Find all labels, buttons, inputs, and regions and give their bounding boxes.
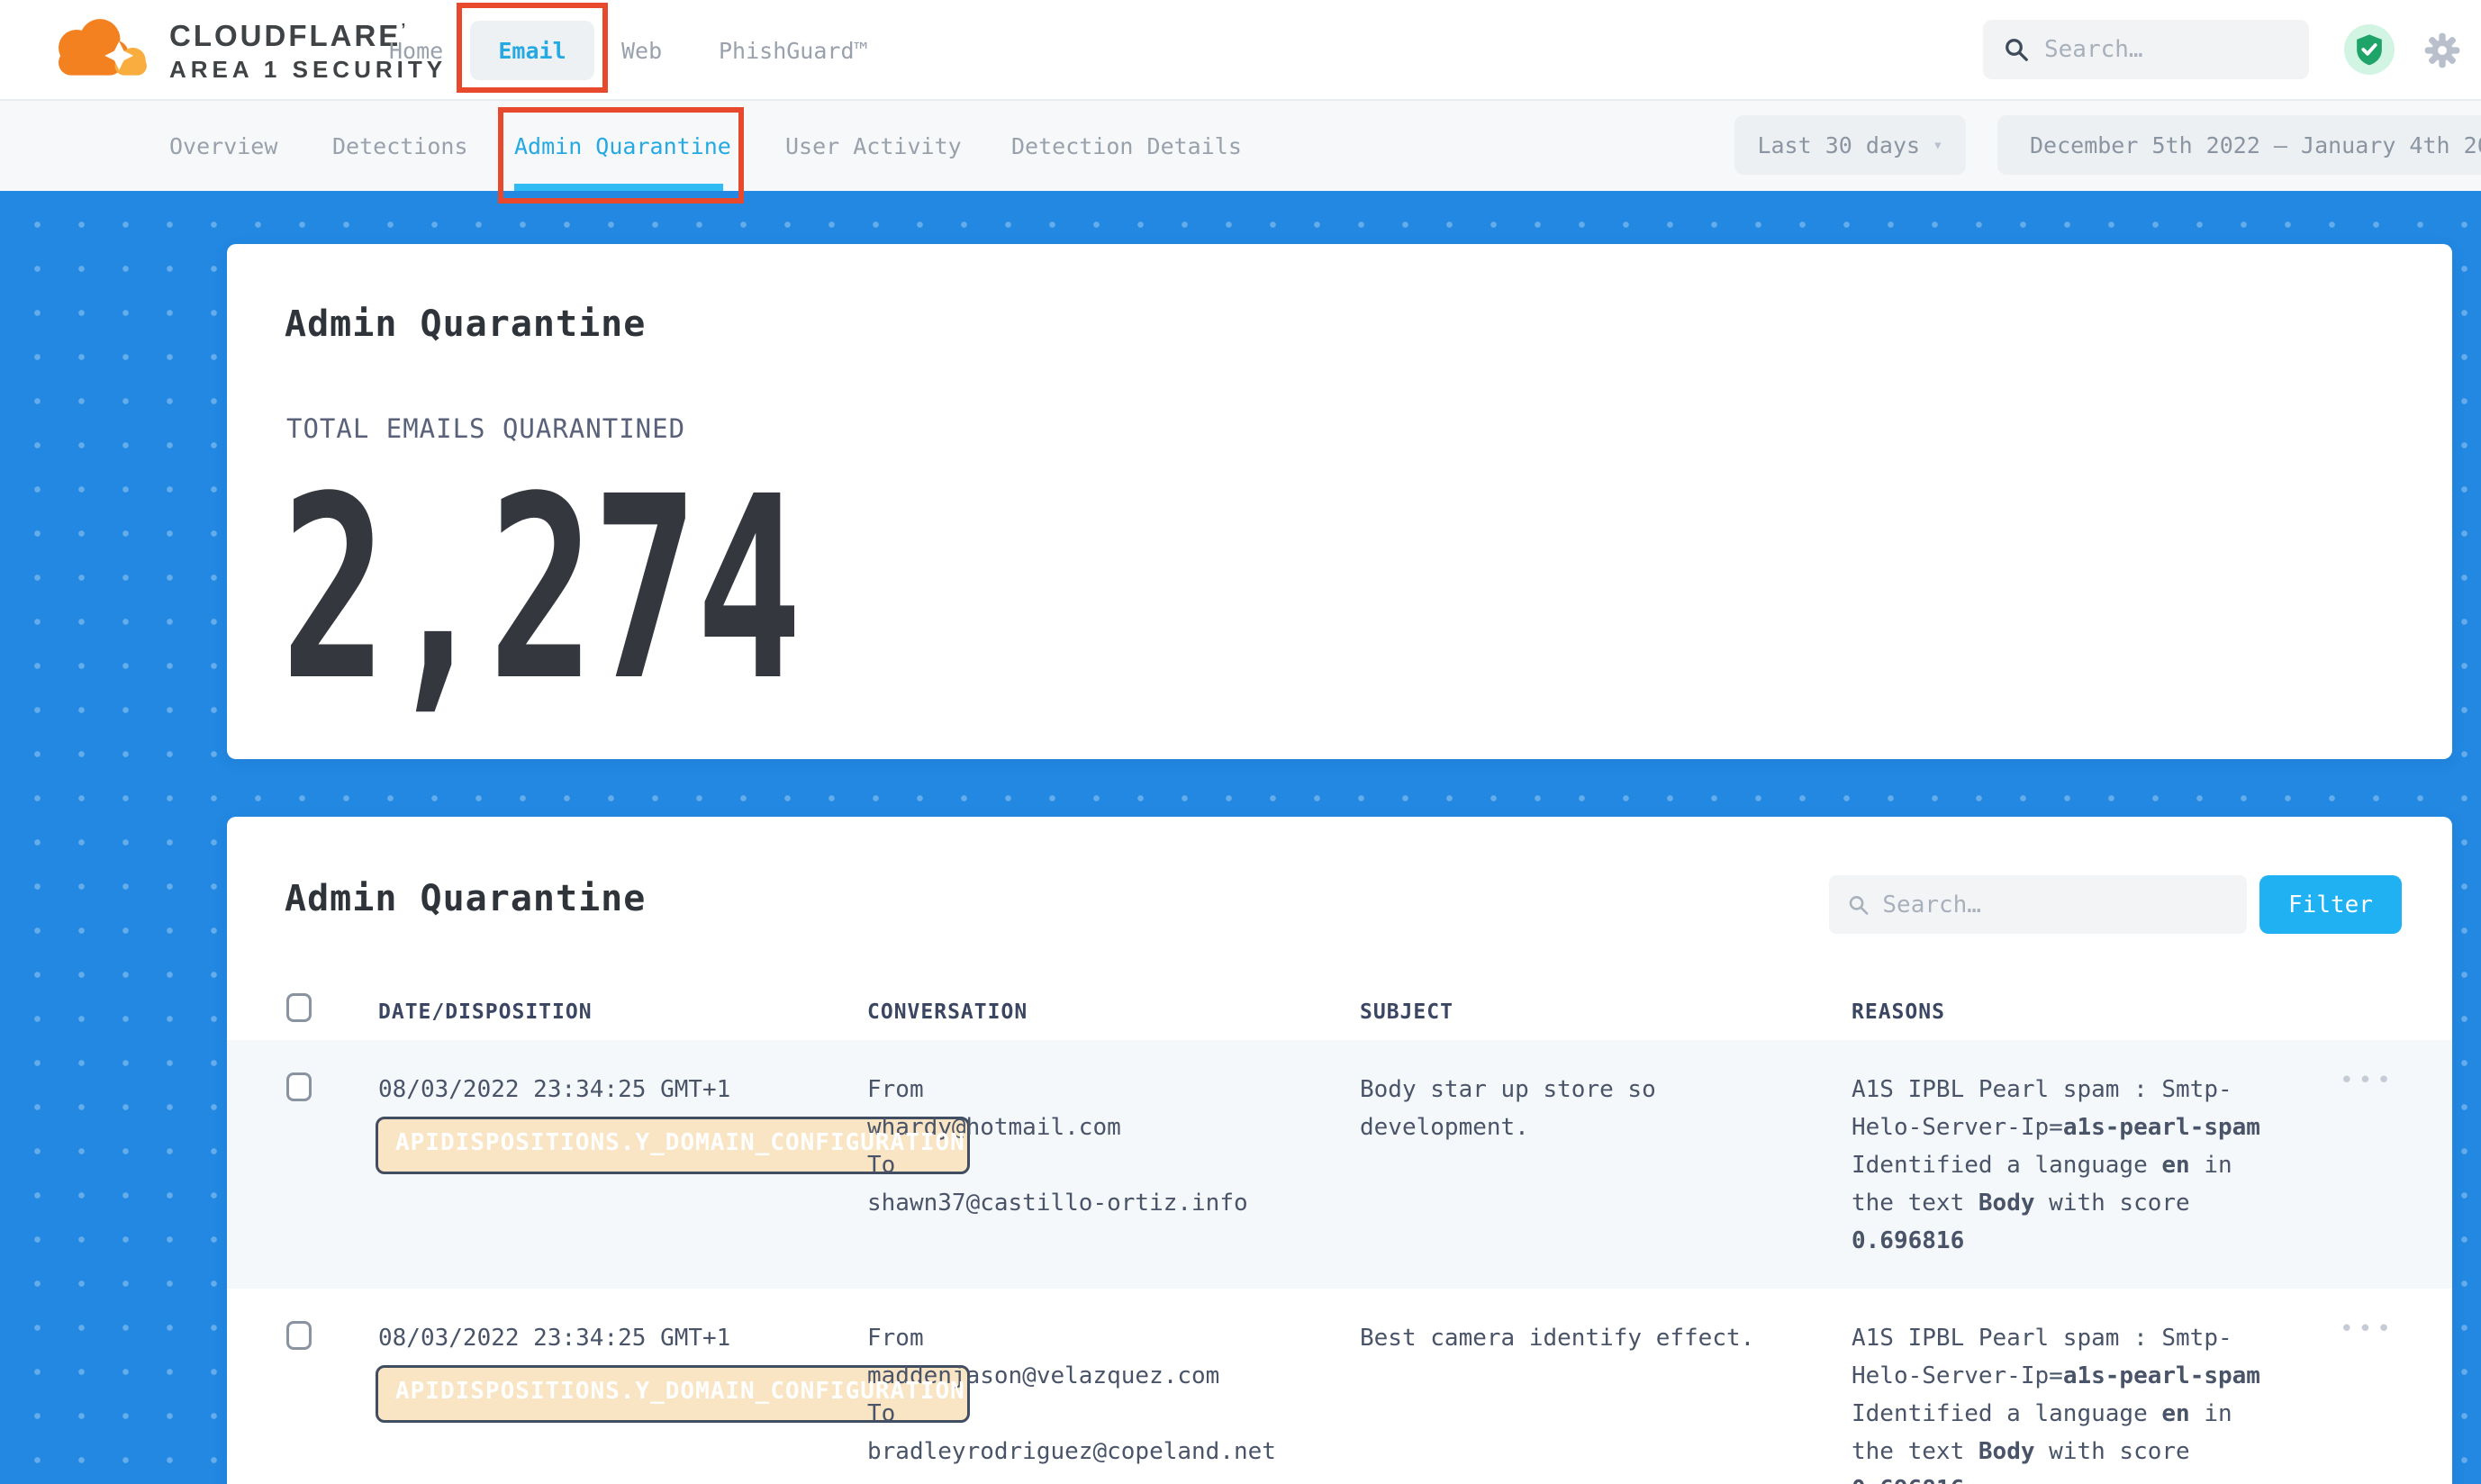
row-date: 08/03/2022 23:34:25 GMT+1: [378, 1071, 730, 1108]
table-header-row: DATE/DISPOSITION CONVERSATION SUBJECT RE…: [227, 979, 2452, 1040]
table-body: 08/03/2022 23:34:25 GMT+1 APIDISPOSITION…: [227, 1040, 2452, 1484]
from-label: From: [867, 1319, 1333, 1357]
settings-button[interactable]: [2422, 31, 2462, 70]
tab-detection-details[interactable]: Detection Details: [1011, 101, 1242, 191]
date-range-selector[interactable]: Last 30 days ▾: [1734, 115, 1966, 175]
cloudflare-cloud-icon: [47, 9, 153, 86]
page-background: Admin Quarantine TOTAL EMAILS QUARANTINE…: [0, 191, 2481, 1484]
to-address: shawn37@castillo-ortiz.info: [867, 1184, 1333, 1222]
tab-detections[interactable]: Detections: [332, 101, 468, 191]
table-search-input[interactable]: [1882, 891, 2229, 918]
row-more-options-icon[interactable]: •••: [2340, 1067, 2395, 1094]
row-checkbox[interactable]: [286, 1072, 312, 1101]
gear-icon: [2422, 31, 2462, 70]
row-subject: Best camera identify effect.: [1360, 1319, 1783, 1357]
tab-user-activity[interactable]: User Activity: [785, 101, 962, 191]
row-subject: Body star up store so development.: [1360, 1071, 1783, 1146]
table-row: 08/03/2022 23:34:25 GMT+1 APIDISPOSITION…: [227, 1289, 2452, 1484]
row-checkbox[interactable]: [286, 1321, 312, 1350]
table-row: 08/03/2022 23:34:25 GMT+1 APIDISPOSITION…: [227, 1040, 2452, 1289]
select-all-checkbox[interactable]: [286, 993, 312, 1022]
filter-button[interactable]: Filter: [2259, 875, 2402, 934]
app-root: CLOUDFLARE’ AREA 1 SECURITY Home Email W…: [0, 0, 2481, 1484]
search-icon: [1847, 892, 1870, 918]
date-range-display[interactable]: December 5th 2022 — January 4th 2023: [1997, 115, 2481, 175]
table-card-title: Admin Quarantine: [285, 878, 646, 919]
table-search[interactable]: [1829, 875, 2247, 934]
column-header-date-disposition: DATE/DISPOSITION: [378, 1000, 593, 1024]
tab-overview[interactable]: Overview: [169, 101, 277, 191]
column-header-subject: SUBJECT: [1360, 1000, 1453, 1024]
metric-value: 2,274: [281, 464, 800, 716]
global-search[interactable]: [1983, 20, 2309, 79]
top-header: CLOUDFLARE’ AREA 1 SECURITY Home Email W…: [0, 0, 2481, 101]
security-status-badge[interactable]: [2344, 24, 2395, 75]
email-subnav: Overview Detections Admin Quarantine Use…: [0, 101, 2481, 191]
active-tab-underline: [514, 184, 723, 191]
row-more-options-icon[interactable]: •••: [2340, 1316, 2395, 1343]
row-reasons: A1S IPBL Pearl spam : Smtp-Helo-Server-I…: [1852, 1319, 2275, 1484]
global-search-input[interactable]: [2044, 36, 2289, 63]
disposition-badge-label: APIDISPOSITIONS.Y_DOMAIN_CONFIGURATION: [395, 1129, 965, 1156]
summary-card: Admin Quarantine TOTAL EMAILS QUARANTINE…: [227, 244, 2452, 759]
nav-item-home[interactable]: Home: [389, 0, 443, 101]
summary-card-title: Admin Quarantine: [285, 303, 646, 345]
row-date: 08/03/2022 23:34:25 GMT+1: [378, 1319, 730, 1357]
row-reasons: A1S IPBL Pearl spam : Smtp-Helo-Server-I…: [1852, 1071, 2275, 1260]
date-range-selector-label: Last 30 days: [1757, 132, 1920, 158]
tab-admin-quarantine[interactable]: Admin Quarantine: [514, 101, 731, 191]
nav-item-web[interactable]: Web: [621, 0, 662, 101]
search-icon: [2003, 36, 2030, 63]
from-label: From: [867, 1071, 1333, 1108]
cloudflare-logo: CLOUDFLARE’ AREA 1 SECURITY: [47, 9, 447, 86]
quarantine-table-card: Admin Quarantine Filter DATE/DISPOSITION…: [227, 817, 2452, 1484]
chevron-down-icon: ▾: [1933, 135, 1942, 155]
shield-check-icon: [2354, 33, 2385, 66]
nav-item-email[interactable]: Email: [470, 21, 594, 80]
nav-item-phishguard[interactable]: PhishGuard™: [719, 0, 868, 101]
metric-label: TOTAL EMAILS QUARANTINED: [286, 413, 685, 444]
disposition-badge-label: APIDISPOSITIONS.Y_DOMAIN_CONFIGURATION: [395, 1378, 965, 1405]
to-address: bradleyrodriguez@copeland.net: [867, 1433, 1333, 1470]
column-header-conversation: CONVERSATION: [867, 1000, 1028, 1024]
column-header-reasons: REASONS: [1852, 1000, 1945, 1024]
